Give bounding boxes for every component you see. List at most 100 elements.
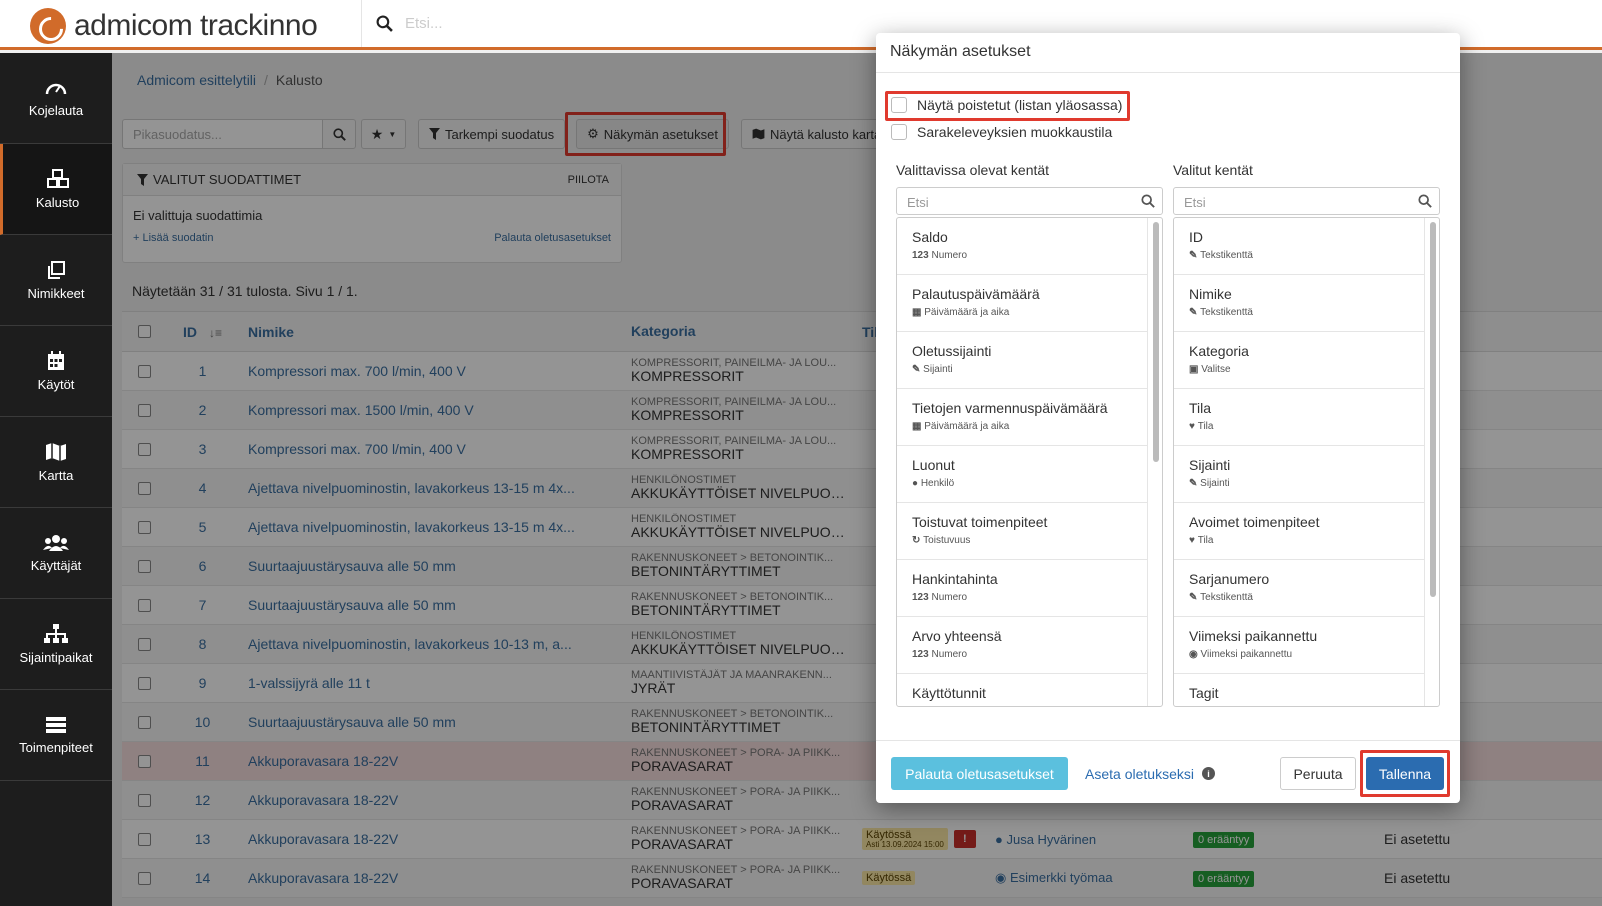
field-type: ✎ Sijainti: [1189, 478, 1409, 489]
field-type-label: Tekstikenttä: [1200, 250, 1253, 261]
highlight-save-button: [1360, 750, 1450, 797]
modal-title: Näkymän asetukset: [876, 33, 1460, 73]
field-name: Oletussijainti: [912, 343, 992, 359]
sidebar-item-label: Toimenpiteet: [19, 739, 93, 755]
search-icon: [1141, 194, 1155, 208]
sidebar-item-kartta[interactable]: Kartta: [0, 417, 112, 508]
field-name: Nimike: [1189, 286, 1232, 302]
field-item[interactable]: Nimike ✎ Tekstikenttä: [1174, 275, 1425, 332]
set-default-button[interactable]: Aseta oletukseksi i: [1080, 757, 1220, 790]
field-item[interactable]: Kategoria ▣ Valitse: [1174, 332, 1425, 389]
pencil-icon: ✎: [1189, 250, 1201, 261]
sidebar-item-kayttajat[interactable]: Käyttäjät: [0, 508, 112, 599]
field-name: Viimeksi paikannettu: [1189, 628, 1318, 644]
column-width-mode-option[interactable]: Sarakeleveyksien muokkaustila: [891, 124, 1112, 140]
field-item[interactable]: Tietojen varmennuspäivämäärä ▦ Päivämäärä…: [897, 389, 1148, 446]
cancel-button[interactable]: Peruuta: [1280, 757, 1356, 790]
field-type: ↻ Toistuvuus: [912, 535, 1132, 546]
field-name: Palautuspäivämäärä: [912, 286, 1040, 302]
number-icon: 123: [912, 592, 932, 603]
field-type: ✎ Sijainti: [912, 364, 1132, 375]
field-type: ✎ Tekstikenttä: [1189, 250, 1409, 261]
field-name: Avoimet toimenpiteet: [1189, 514, 1320, 530]
tasks-icon: [46, 716, 66, 733]
field-type-label: Numero: [931, 649, 968, 660]
heart-icon: ♥: [1189, 535, 1198, 546]
field-type-label: Päivämäärä ja aika: [924, 421, 1010, 432]
heart-icon: ♥: [1189, 421, 1198, 432]
field-type-label: Viimeksi paikannettu: [1200, 649, 1293, 660]
sidebar-item-label: Kalusto: [35, 194, 80, 210]
field-name: Käyttötunnit: [912, 685, 986, 701]
selected-fields-list[interactable]: ID ✎ Tekstikenttä Nimike ✎ Tekstikenttä Kate…: [1173, 217, 1440, 707]
pencil-icon: ✎: [1189, 307, 1201, 318]
field-item[interactable]: Oletussijainti ✎ Sijainti: [897, 332, 1148, 389]
field-type-label: Numero: [931, 592, 968, 603]
field-type-label: Tila: [1197, 535, 1214, 546]
brand-logo[interactable]: admicom trackinno: [30, 8, 318, 44]
field-type: ▣ Valitse: [1189, 364, 1409, 375]
cubes-icon: [46, 168, 69, 188]
users-icon: [43, 534, 69, 551]
calendar-icon: ▦: [912, 421, 925, 432]
map-icon: [46, 442, 66, 461]
field-item[interactable]: Tagit: [1174, 674, 1425, 706]
dashboard-icon: [45, 83, 67, 94]
field-item[interactable]: Toistuvat toimenpiteet ↻ Toistuvuus: [897, 503, 1148, 560]
field-name: Saldo: [912, 229, 948, 245]
sidebar-item-label: Sijaintipaikat: [19, 649, 93, 665]
sidebar-item-kaytot[interactable]: Käytöt: [0, 326, 112, 417]
field-item[interactable]: Luonut ● Henkilö: [897, 446, 1148, 503]
field-item[interactable]: Avoimet toimenpiteet ♥ Tila: [1174, 503, 1425, 560]
select-icon: ▣: [1189, 364, 1202, 375]
field-item[interactable]: Arvo yhteensä 123 Numero: [897, 617, 1148, 674]
field-item[interactable]: Hankintahinta 123 Numero: [897, 560, 1148, 617]
sidebar-item-label: Käyttäjät: [30, 557, 82, 573]
selected-fields-title: Valitut kentät: [1173, 162, 1253, 178]
sidebar: Kojelauta Kalusto Nimikkeet Käytöt Kartt…: [0, 53, 112, 906]
number-icon: 123: [912, 250, 932, 261]
selected-fields-search[interactable]: Etsi: [1173, 187, 1440, 215]
field-type-label: Tekstikenttä: [1200, 307, 1253, 318]
sidebar-item-kojelauta[interactable]: Kojelauta: [0, 53, 112, 144]
column-width-mode-label: Sarakeleveyksien muokkaustila: [917, 124, 1113, 140]
field-type-label: Toistuvuus: [923, 535, 971, 546]
field-type-label: Sijainti: [923, 364, 953, 375]
global-search-input[interactable]: Etsi...: [405, 15, 443, 32]
field-item[interactable]: Käyttötunnit: [897, 674, 1148, 706]
field-type-label: Tila: [1197, 421, 1214, 432]
field-type: ✎ Tekstikenttä: [1189, 307, 1409, 318]
field-item[interactable]: ID ✎ Tekstikenttä: [1174, 218, 1425, 275]
available-fields-scrollbar[interactable]: [1153, 222, 1159, 462]
brand-name: admicom trackinno: [74, 9, 318, 42]
logo-icon: [30, 8, 66, 44]
selected-fields-scrollbar[interactable]: [1430, 222, 1436, 597]
sidebar-item-label: Nimikkeet: [27, 285, 85, 301]
sidebar-item-sijaintipaikat[interactable]: Sijaintipaikat: [0, 599, 112, 690]
field-type-label: Numero: [931, 250, 968, 261]
field-name: ID: [1189, 229, 1203, 245]
field-item[interactable]: Sijainti ✎ Sijainti: [1174, 446, 1425, 503]
available-fields-search[interactable]: Etsi: [896, 187, 1163, 215]
sidebar-item-kalusto[interactable]: Kalusto: [0, 144, 112, 235]
available-fields-list[interactable]: Saldo 123 Numero Palautuspäivämäärä ▦ Päivä…: [896, 217, 1163, 707]
field-item[interactable]: Sarjanumero ✎ Tekstikenttä: [1174, 560, 1425, 617]
sidebar-item-nimikkeet[interactable]: Nimikkeet: [0, 235, 112, 326]
field-type: 123 Numero: [912, 250, 1132, 261]
field-item[interactable]: Palautuspäivämäärä ▦ Päivämäärä ja aika: [897, 275, 1148, 332]
field-item[interactable]: Tila ♥ Tila: [1174, 389, 1425, 446]
field-name: Luonut: [912, 457, 955, 473]
sidebar-item-label: Käytöt: [37, 376, 75, 392]
field-type-label: Tekstikenttä: [1200, 592, 1253, 603]
field-item[interactable]: Viimeksi paikannettu ◉ Viimeksi paikannet…: [1174, 617, 1425, 674]
column-width-mode-checkbox[interactable]: [891, 124, 907, 140]
field-type-label: Henkilö: [920, 478, 955, 489]
field-item[interactable]: Saldo 123 Numero: [897, 218, 1148, 275]
user-icon: ●: [912, 478, 921, 489]
reset-defaults-button[interactable]: Palauta oletusasetukset: [891, 757, 1068, 790]
calendar-icon: [48, 350, 64, 370]
sidebar-item-toimenpiteet[interactable]: Toimenpiteet: [0, 690, 112, 781]
field-name: Tietojen varmennuspäivämäärä: [912, 400, 1108, 416]
info-icon[interactable]: i: [1201, 767, 1215, 780]
field-type-label: Sijainti: [1200, 478, 1230, 489]
